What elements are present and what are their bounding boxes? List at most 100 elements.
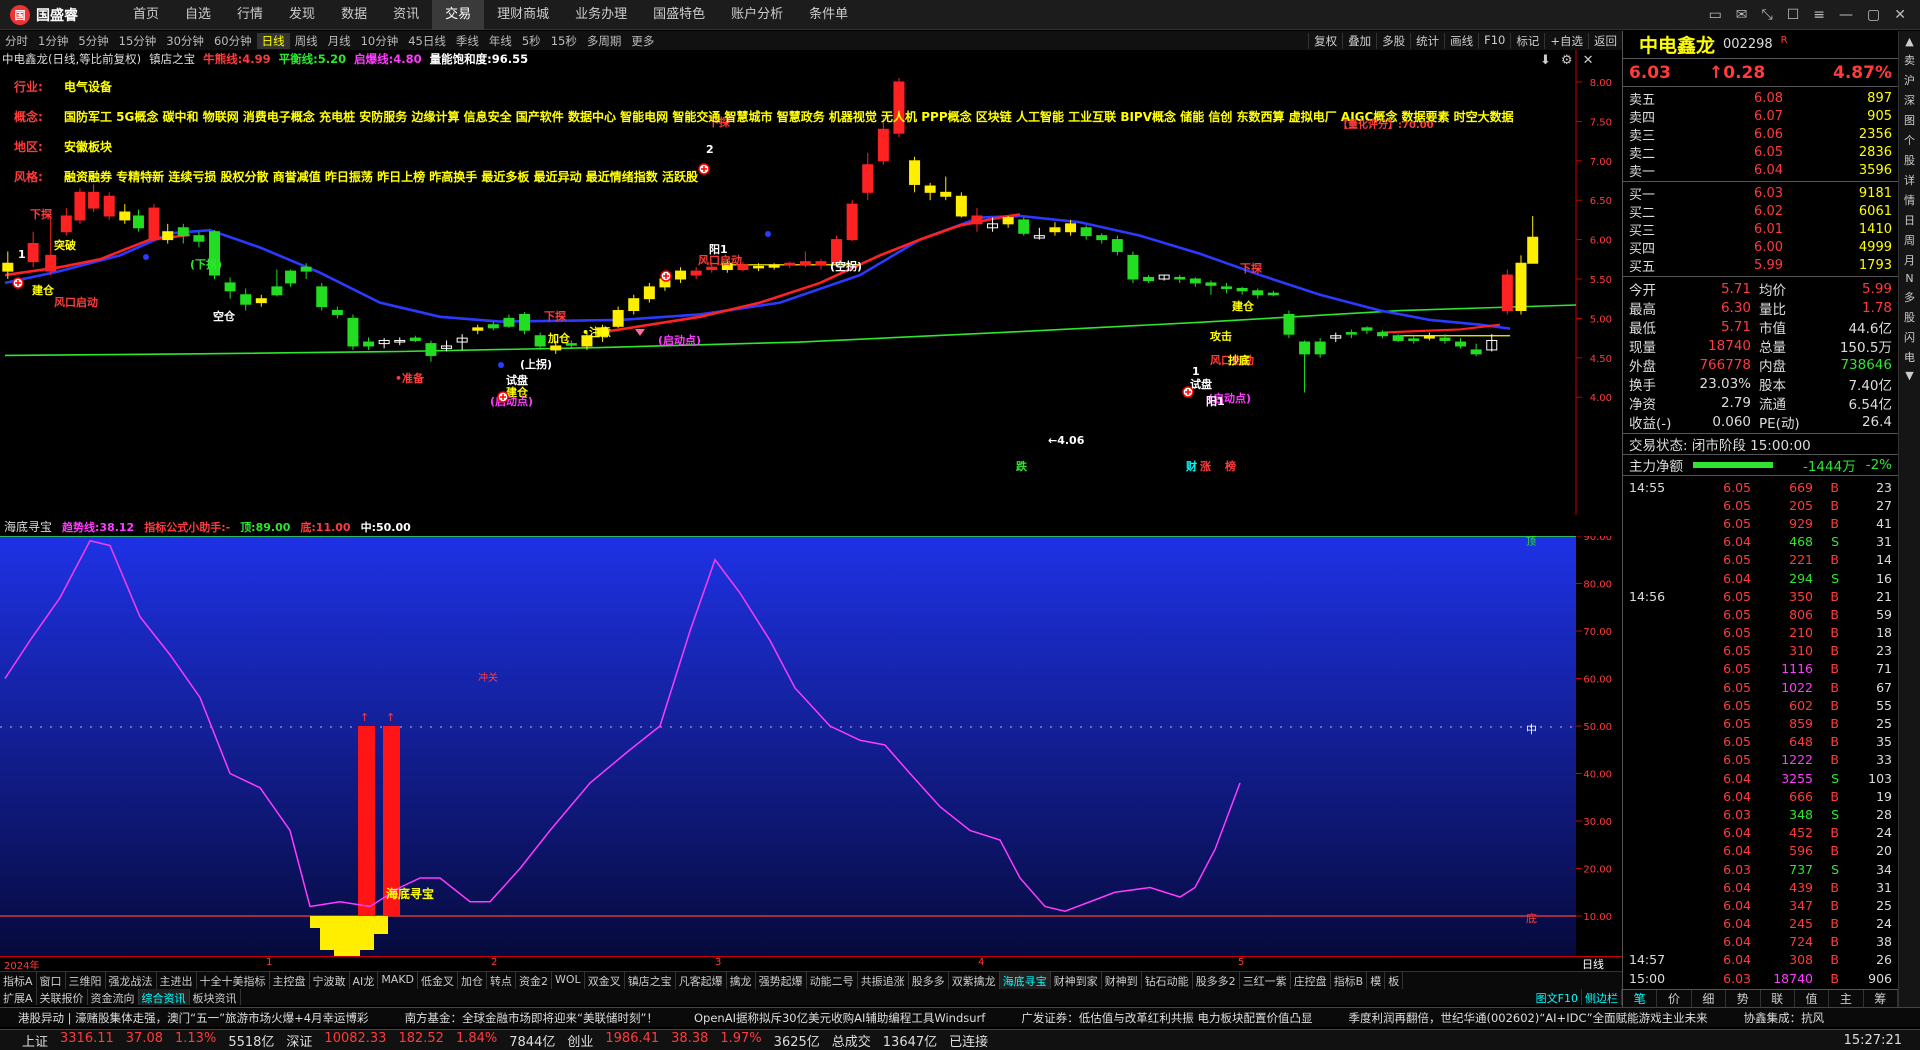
period-9[interactable]: 10分钟 <box>356 33 404 49</box>
period-11[interactable]: 季线 <box>451 33 484 49</box>
indicator-tab-13[interactable]: 资金2 <box>516 972 553 989</box>
period-7[interactable]: 周线 <box>290 33 323 49</box>
period-15[interactable]: 多周期 <box>582 33 627 49</box>
indicator-tab-25[interactable]: 财神到家 <box>1051 972 1102 989</box>
bid-row[interactable]: 买五 5.99 1793 <box>1623 256 1898 275</box>
period-5[interactable]: 60分钟 <box>209 33 257 49</box>
side-tool-17[interactable]: ▼ <box>1905 369 1913 382</box>
quote-tab-0[interactable]: 笔 <box>1623 990 1658 1007</box>
indicator-tab-24[interactable]: 海底寻宝 <box>999 972 1051 989</box>
menu-icon[interactable]: ≡ <box>1813 7 1825 23</box>
ask-row[interactable]: 卖二 6.05 2836 <box>1623 143 1898 162</box>
maximize-icon[interactable]: ▢ <box>1867 7 1880 23</box>
nav-10[interactable]: 账户分析 <box>718 0 796 30</box>
chart-tool-1[interactable]: 叠加 <box>1342 32 1376 49</box>
side-tool-15[interactable]: 闪 <box>1904 329 1915 345</box>
indicator-tab-2[interactable]: 三维阳 <box>66 972 106 989</box>
nav-1[interactable]: 自选 <box>172 0 224 30</box>
indicator-tab-10[interactable]: 低金叉 <box>418 972 459 989</box>
indicator-tab-27[interactable]: 钻石动能 <box>1142 972 1193 989</box>
indicator-tab-31[interactable]: 指标B <box>1331 972 1368 989</box>
period-14[interactable]: 15秒 <box>546 33 582 49</box>
chart-tool-5[interactable]: F10 <box>1478 32 1510 49</box>
sub-indicator-name[interactable]: 海底寻宝 <box>4 518 52 535</box>
bid-row[interactable]: 买一 6.03 9181 <box>1623 184 1898 203</box>
side-tool-11[interactable]: 月 <box>1904 252 1915 268</box>
minimize-icon[interactable]: — <box>1839 7 1853 23</box>
period-10[interactable]: 45日线 <box>403 33 451 49</box>
indicator-tab-18[interactable]: 擒龙 <box>727 972 756 989</box>
chart-tool-7[interactable]: +自选 <box>1544 32 1588 49</box>
indicator-tab-30[interactable]: 庄控盘 <box>1291 972 1331 989</box>
arrow-down-icon[interactable]: ⬇ <box>1540 53 1551 68</box>
extension-tab-1[interactable]: 关联报价 <box>37 989 88 1005</box>
indicator-tab-29[interactable]: 三红一紫 <box>1240 972 1291 989</box>
x-axis-period[interactable]: 日线 <box>1582 956 1604 972</box>
indicator-tab-5[interactable]: 十全十美指标 <box>197 972 270 989</box>
chart-tool-4[interactable]: 画线 <box>1444 32 1478 49</box>
extension-right-tab-1[interactable]: 侧边栏 <box>1582 989 1622 1005</box>
news-item-4[interactable]: 季度利润再翻倍，世纪华通(002602)“AI+IDC”全面赋能游戏主业未来 <box>1330 1010 1725 1026</box>
period-6[interactable]: 日线 <box>256 32 290 49</box>
chart-tool-0[interactable]: 复权 <box>1308 32 1342 49</box>
extension-tab-4[interactable]: 板块资讯 <box>190 989 241 1005</box>
quote-tab-4[interactable]: 联 <box>1761 990 1795 1007</box>
chart-tool-2[interactable]: 多股 <box>1376 32 1410 49</box>
indicator-tab-26[interactable]: 财神到 <box>1102 972 1142 989</box>
quote-tab-5[interactable]: 值 <box>1795 990 1830 1007</box>
indicator-tab-32[interactable]: 模 <box>1367 972 1386 989</box>
quote-tab-3[interactable]: 势 <box>1726 990 1761 1007</box>
shrink-icon[interactable]: ⤡ <box>1762 7 1773 23</box>
nav-6[interactable]: 交易 <box>432 0 485 30</box>
nav-8[interactable]: 业务办理 <box>562 0 640 30</box>
period-4[interactable]: 30分钟 <box>161 33 209 49</box>
indicator-tab-7[interactable]: 宁波敢 <box>310 972 350 989</box>
mail-icon[interactable]: ✉ <box>1736 7 1748 23</box>
bid-row[interactable]: 买二 6.02 6061 <box>1623 202 1898 221</box>
nav-3[interactable]: 发现 <box>276 0 328 30</box>
quote-tab-1[interactable]: 价 <box>1657 990 1692 1007</box>
quote-tab-7[interactable]: 筹 <box>1864 990 1898 1007</box>
nav-11[interactable]: 条件单 <box>796 0 861 30</box>
period-0[interactable]: 分时 <box>0 33 33 49</box>
side-tool-14[interactable]: 股 <box>1904 309 1915 325</box>
chart-tool-3[interactable]: 统计 <box>1410 32 1444 49</box>
extension-tab-0[interactable]: 扩展A <box>0 989 37 1005</box>
indicator-tab-4[interactable]: 主进出 <box>157 972 197 989</box>
indicator-tab-0[interactable]: 指标A <box>0 972 37 989</box>
side-tool-4[interactable]: 图 <box>1904 112 1915 128</box>
side-tool-3[interactable]: 深 <box>1904 92 1915 108</box>
indicator-tab-12[interactable]: 转点 <box>487 972 517 989</box>
extension-tab-2[interactable]: 资金流向 <box>88 989 139 1005</box>
close-icon[interactable]: ✕ <box>1894 7 1906 23</box>
bid-row[interactable]: 买三 6.01 1410 <box>1623 220 1898 239</box>
period-8[interactable]: 月线 <box>323 33 356 49</box>
indicator-tab-28[interactable]: 股多多2 <box>1193 972 1240 989</box>
period-1[interactable]: 1分钟 <box>33 33 73 49</box>
nav-2[interactable]: 行情 <box>224 0 276 30</box>
indicator-name[interactable]: 镇店之宝 <box>149 51 195 67</box>
extension-tab-3[interactable]: 综合资讯 <box>138 989 190 1005</box>
news-item-5[interactable]: 协鑫集成：抗风 <box>1726 1010 1843 1026</box>
nav-7[interactable]: 理财商城 <box>484 0 562 30</box>
indicator-tab-8[interactable]: AI龙 <box>350 972 379 989</box>
news-item-1[interactable]: 南方基金：全球金融市场即将迎来“美联储时刻”！ <box>387 1010 676 1026</box>
side-tool-5[interactable]: 个 <box>1904 132 1915 148</box>
quote-tab-2[interactable]: 细 <box>1692 990 1727 1007</box>
indicator-chart[interactable]: ↑ ↑ 90.00 80.00 70.00 60.00 50.00 40.00 30.00 20… <box>0 536 1622 956</box>
side-tool-7[interactable]: 详 <box>1904 172 1915 188</box>
news-item-3[interactable]: 广发证券：低估值与改革红利共振 电力板块配置价值凸显 <box>1003 1010 1330 1026</box>
ask-row[interactable]: 卖五 6.08 897 <box>1623 89 1898 108</box>
period-16[interactable]: 更多 <box>626 33 659 49</box>
bid-row[interactable]: 买四 6.00 4999 <box>1623 238 1898 257</box>
app-logo[interactable]: 国国盛睿 <box>0 4 120 25</box>
side-tool-12[interactable]: N <box>1905 272 1913 285</box>
side-tool-6[interactable]: 股 <box>1904 152 1915 168</box>
indicator-tab-15[interactable]: 双金叉 <box>585 972 625 989</box>
nav-5[interactable]: 资讯 <box>380 0 432 30</box>
news-item-2[interactable]: OpenAI据称拟斥30亿美元收购AI辅助编程工具Windsurf <box>676 1010 1003 1026</box>
indicator-tab-17[interactable]: 凡客起爆 <box>676 972 727 989</box>
indicator-tab-21[interactable]: 共振追涨 <box>858 972 909 989</box>
side-tool-1[interactable]: 卖 <box>1904 52 1915 68</box>
side-tool-16[interactable]: 电 <box>1904 349 1915 365</box>
